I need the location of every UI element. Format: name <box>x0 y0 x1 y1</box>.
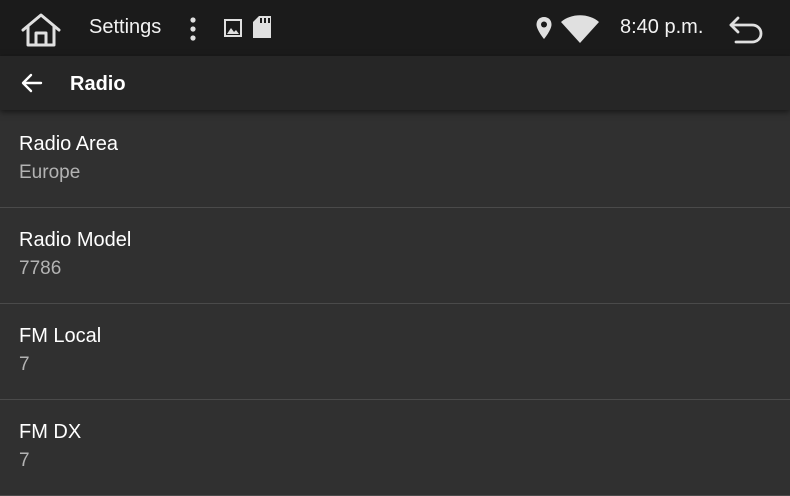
setting-title: Radio Model <box>19 229 132 251</box>
back-icon[interactable] <box>728 14 764 44</box>
setting-value: 7786 <box>19 258 62 279</box>
setting-value: 7 <box>19 354 30 375</box>
setting-fm-local[interactable]: FM Local 7 <box>0 304 790 400</box>
clock-time: 8:40 p.m. <box>620 16 704 38</box>
wifi-icon <box>560 14 600 44</box>
arrow-left-icon[interactable] <box>20 71 44 95</box>
image-icon <box>224 19 242 37</box>
page-title: Radio <box>70 73 126 95</box>
setting-value: 7 <box>19 450 30 471</box>
settings-list: Radio Area Europe Radio Model 7786 FM Lo… <box>0 112 790 496</box>
setting-fm-dx[interactable]: FM DX 7 <box>0 400 790 496</box>
setting-title: FM Local <box>19 325 102 347</box>
app-title: Settings <box>89 16 162 38</box>
location-icon <box>535 16 553 40</box>
status-bar: Settings 8:40 p.m. <box>0 0 790 56</box>
sd-card-icon <box>253 16 271 38</box>
setting-title: FM DX <box>19 421 82 443</box>
setting-value: Europe <box>19 162 81 183</box>
setting-title: Radio Area <box>19 133 118 155</box>
more-vert-icon[interactable] <box>183 15 203 43</box>
home-icon[interactable] <box>20 12 62 48</box>
setting-radio-area[interactable]: Radio Area Europe <box>0 112 790 208</box>
setting-radio-model[interactable]: Radio Model 7786 <box>0 208 790 304</box>
